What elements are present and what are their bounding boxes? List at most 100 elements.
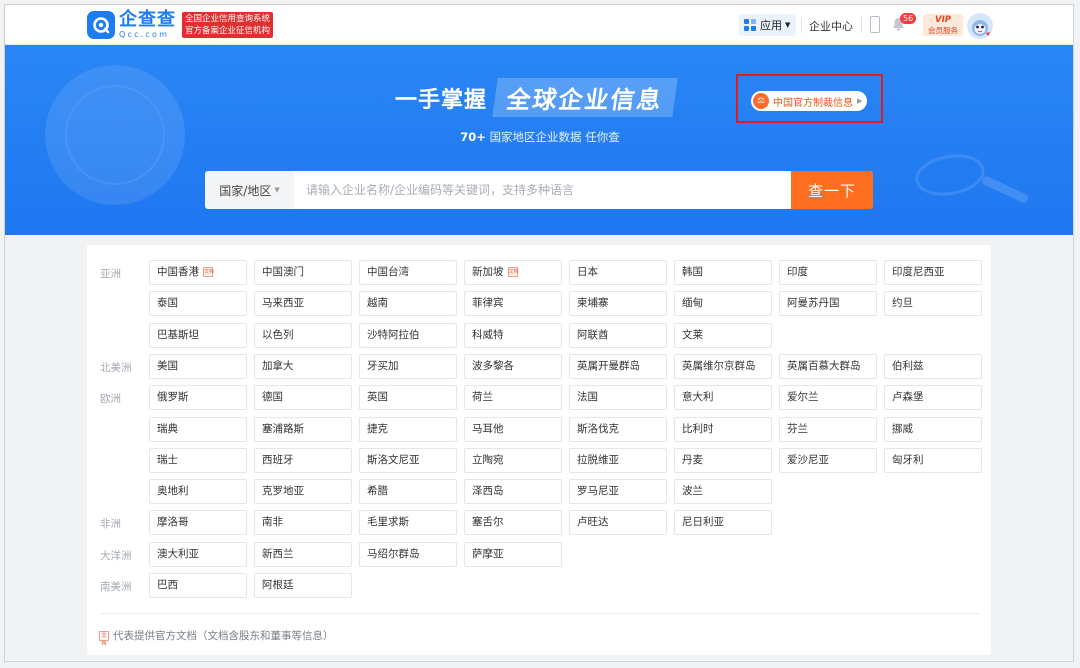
country-item[interactable]: 缅甸 (674, 291, 772, 317)
country-item[interactable]: 以色列 (254, 322, 352, 348)
country-item[interactable]: 奥地利 (149, 479, 247, 505)
country-item[interactable]: 印度 (779, 260, 877, 285)
country-item[interactable]: 约旦 (884, 291, 982, 317)
country-item[interactable]: 澳大利亚 (149, 541, 247, 567)
country-item[interactable]: 英属百慕大群岛 (779, 353, 877, 379)
country-item[interactable]: 泰国 (149, 291, 247, 317)
country-item[interactable]: 爱尔兰 (779, 385, 877, 411)
country-item[interactable]: 塞浦路斯 (254, 416, 352, 442)
country-item[interactable]: 伯利兹 (884, 353, 982, 379)
country-item[interactable]: 巴基斯坦 (149, 322, 247, 348)
country-label: 科威特 (472, 328, 504, 341)
country-item[interactable]: 新加坡 文档 (464, 260, 562, 285)
apps-menu-button[interactable]: 应用 ▼ (739, 14, 797, 36)
country-item[interactable]: 瑞士 (149, 447, 247, 473)
country-item[interactable]: 罗马尼亚 (569, 479, 667, 505)
country-item[interactable]: 摩洛哥 (149, 510, 247, 536)
country-item[interactable]: 挪威 (884, 416, 982, 442)
country-item[interactable]: 牙买加 (359, 353, 457, 379)
country-item[interactable]: 文莱 (674, 322, 772, 348)
region-select[interactable]: 国家/地区 ▼ (205, 171, 294, 209)
country-item[interactable]: 波多黎各 (464, 353, 562, 379)
footnote: 文档 代表提供官方文档（文档含股东和董事等信息） (99, 628, 334, 647)
country-item[interactable]: 西班牙 (254, 447, 352, 473)
chevron-down-icon: ▼ (274, 186, 280, 194)
country-label: 捷克 (367, 422, 388, 435)
country-label: 南非 (262, 516, 283, 529)
country-item[interactable]: 菲律宾 (464, 291, 562, 317)
country-item[interactable]: 阿联酋 (569, 322, 667, 348)
country-item[interactable]: 英属开曼群岛 (569, 353, 667, 379)
logo[interactable]: 企查查 Qcc.com 全国企业信用查询系统 官方备案企业征信机构 (87, 11, 274, 39)
region-label: 欧洲 (100, 393, 121, 406)
sanction-info-link[interactable]: ⚖ 中国官方制裁信息 ▶ (751, 91, 868, 111)
country-item[interactable]: 德国 (254, 385, 352, 411)
country-item[interactable]: 比利时 (674, 416, 772, 442)
country-item[interactable]: 马来西亚 (254, 291, 352, 317)
country-label: 比利时 (682, 422, 714, 435)
country-item[interactable]: 中国澳门 (254, 260, 352, 285)
country-item[interactable]: 芬兰 (779, 416, 877, 442)
country-label: 拉脱维亚 (577, 453, 619, 466)
country-label: 俄罗斯 (157, 391, 189, 404)
country-label: 克罗地亚 (262, 485, 304, 498)
country-item[interactable]: 中国台湾 (359, 260, 457, 285)
country-item[interactable]: 瑞典 (149, 416, 247, 442)
country-item[interactable]: 克罗地亚 (254, 479, 352, 505)
country-item[interactable]: 毛里求斯 (359, 510, 457, 536)
country-item[interactable]: 荷兰 (464, 385, 562, 411)
country-item[interactable]: 希腊 (359, 479, 457, 505)
region-label: 南美洲 (100, 581, 132, 593)
country-item[interactable]: 越南 (359, 291, 457, 317)
mobile-phone-icon[interactable] (870, 16, 880, 33)
country-item[interactable]: 意大利 (674, 385, 772, 411)
search-input[interactable] (294, 171, 791, 209)
country-item[interactable]: 英属维尔京群岛 (674, 353, 772, 379)
search-button[interactable]: 查一下 (791, 171, 873, 209)
country-label: 萨摩亚 (472, 547, 504, 560)
vip-service-button[interactable]: VIP 会员服务 (923, 14, 963, 36)
user-avatar[interactable] (967, 13, 993, 39)
country-item[interactable]: 俄罗斯 (149, 385, 247, 411)
country-item[interactable]: 阿曼苏丹国 (779, 291, 877, 317)
country-item[interactable]: 马耳他 (464, 416, 562, 442)
country-item[interactable]: 法国 (569, 385, 667, 411)
country-label: 韩国 (682, 266, 703, 278)
country-item[interactable]: 新西兰 (254, 541, 352, 567)
country-item[interactable]: 泽西岛 (464, 479, 562, 505)
country-label: 阿联酋 (577, 328, 609, 341)
country-item[interactable]: 卢旺达 (569, 510, 667, 536)
country-item[interactable]: 丹麦 (674, 447, 772, 473)
country-item[interactable]: 尼日利亚 (674, 510, 772, 536)
country-item[interactable]: 匈牙利 (884, 447, 982, 473)
country-label: 英属百慕大群岛 (787, 359, 861, 372)
country-item[interactable]: 阿根廷 (254, 573, 352, 598)
country-item[interactable]: 斯洛文尼亚 (359, 447, 457, 473)
country-item[interactable]: 日本 (569, 260, 667, 285)
country-item[interactable]: 美国 (149, 353, 247, 379)
country-item[interactable]: 拉脱维亚 (569, 447, 667, 473)
gavel-icon: ⚖ (753, 93, 769, 109)
country-item[interactable]: 波兰 (674, 479, 772, 505)
country-item[interactable]: 南非 (254, 510, 352, 536)
country-item[interactable]: 中国香港 文档 (149, 260, 247, 285)
country-item[interactable]: 加拿大 (254, 353, 352, 379)
hero-subtitle-text: 国家地区企业数据 任你查 (489, 130, 620, 144)
country-item[interactable]: 马绍尔群岛 (359, 541, 457, 567)
country-item[interactable]: 萨摩亚 (464, 541, 562, 567)
country-item[interactable]: 斯洛伐克 (569, 416, 667, 442)
country-item[interactable]: 捷克 (359, 416, 457, 442)
country-item[interactable]: 英国 (359, 385, 457, 411)
country-item[interactable]: 柬埔寨 (569, 291, 667, 317)
country-item[interactable]: 印度尼西亚 (884, 260, 982, 285)
country-item[interactable]: 卢森堡 (884, 385, 982, 411)
country-item[interactable]: 科威特 (464, 322, 562, 348)
country-label: 缅甸 (682, 297, 703, 310)
country-item[interactable]: 韩国 (674, 260, 772, 285)
country-item[interactable]: 塞舌尔 (464, 510, 562, 536)
enterprise-center-link[interactable]: 企业中心 (809, 18, 853, 34)
country-item[interactable]: 爱沙尼亚 (779, 447, 877, 473)
country-item[interactable]: 沙特阿拉伯 (359, 322, 457, 348)
country-item[interactable]: 巴西 (149, 573, 247, 598)
country-item[interactable]: 立陶宛 (464, 447, 562, 473)
